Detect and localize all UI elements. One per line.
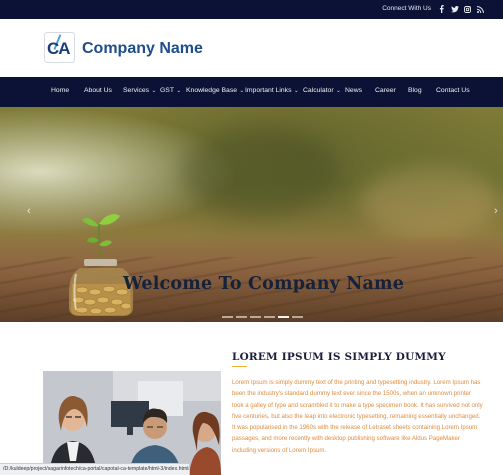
slide-indicator[interactable] (236, 316, 247, 318)
instagram-icon[interactable] (463, 4, 472, 14)
nav-about-us[interactable]: About Us (84, 87, 112, 94)
nav-blog[interactable]: Blog (408, 87, 422, 94)
section-body-text: Lorem Ipsum is simply dummy text of the … (232, 379, 483, 454)
section-title: LOREM IPSUM IS SIMPLY DUMMY (232, 351, 446, 363)
browser-status-bar: /D:/kuldeep/project/sagarinfotech/ca-por… (0, 463, 190, 475)
main-navigation: Home About Us Services ⌄ GST ⌄ Knowledge… (0, 77, 503, 107)
team-photo (43, 371, 221, 475)
nav-contact-us[interactable]: Contact Us (436, 87, 470, 94)
slide-indicator[interactable] (292, 316, 303, 318)
chevron-left-icon[interactable]: ‹ (27, 205, 31, 217)
chevron-down-icon: ⌄ (292, 88, 299, 94)
slider-indicators (222, 316, 303, 318)
slide-indicator[interactable] (250, 316, 261, 318)
company-name[interactable]: Company Name (82, 40, 203, 58)
slide-indicator[interactable] (264, 316, 275, 318)
title-underline (232, 366, 247, 367)
nav-calculator[interactable]: Calculator ⌄ (303, 87, 341, 94)
chevron-right-icon[interactable]: › (494, 205, 498, 217)
nav-knowledge-base[interactable]: Knowledge Base ⌄ (186, 87, 244, 94)
site-header: CA Company Name (0, 19, 503, 77)
hero-title: Welcome To Company Name (122, 274, 405, 294)
nav-career[interactable]: Career (375, 87, 396, 94)
coin-jar-plant-image (62, 212, 142, 317)
slide-indicator-active[interactable] (278, 316, 289, 318)
chevron-down-icon: ⌄ (174, 88, 182, 94)
rss-icon[interactable] (476, 4, 485, 14)
nav-gst[interactable]: GST ⌄ (160, 87, 181, 94)
nav-news[interactable]: News (345, 87, 362, 94)
nav-home[interactable]: Home (51, 87, 69, 94)
nav-services[interactable]: Services ⌄ (123, 87, 156, 94)
logo-text: CA (47, 39, 71, 58)
chevron-down-icon: ⌄ (334, 88, 341, 94)
slide-indicator[interactable] (222, 316, 233, 318)
top-bar: Connect With Us (0, 0, 503, 19)
twitter-icon[interactable] (450, 4, 459, 14)
chevron-down-icon: ⌄ (150, 88, 157, 94)
chevron-down-icon: ⌄ (238, 88, 245, 94)
connect-with-us-label: Connect With Us (382, 5, 431, 12)
hero-slider: ‹ › Welcome To Company Name (0, 107, 503, 322)
nav-important-links[interactable]: Important Links ⌄ (245, 87, 299, 94)
facebook-icon[interactable] (437, 4, 446, 14)
